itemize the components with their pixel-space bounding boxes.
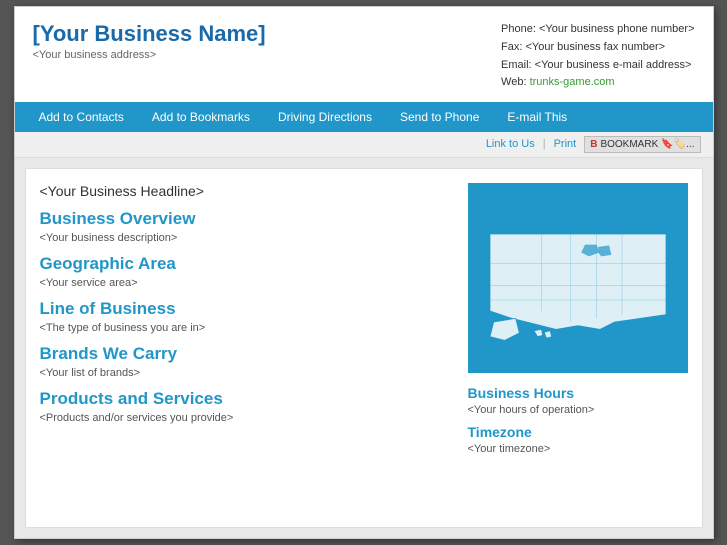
us-map [468, 183, 688, 373]
web-info: Web: trunks-game.com [501, 74, 694, 92]
utility-bar: Link to Us | Print B BOOKMARK 🔖🏷️... [15, 132, 713, 158]
right-section-title-timezone: Timezone [468, 424, 688, 440]
content-left: <Your Business Headline> Business Overvi… [40, 183, 452, 513]
link-to-us[interactable]: Link to Us [486, 138, 535, 150]
print-link[interactable]: Print [554, 138, 577, 150]
header-left: [Your Business Name] <Your business addr… [33, 21, 266, 61]
section-desc-brands: <Your list of brands> [40, 367, 452, 379]
content-right: Business Hours <Your hours of operation>… [468, 183, 688, 513]
nav-email-this[interactable]: E-mail This [493, 102, 581, 132]
right-section-desc-timezone: <Your timezone> [468, 443, 688, 455]
right-section-title-hours: Business Hours [468, 385, 688, 401]
header: [Your Business Name] <Your business addr… [15, 7, 713, 101]
email-info: Email: <Your business e-mail address> [501, 57, 694, 75]
section-desc-products: <Products and/or services you provide> [40, 412, 452, 424]
section-title-products: Products and Services [40, 389, 452, 409]
header-right: Phone: <Your business phone number> Fax:… [501, 21, 694, 91]
business-name: [Your Business Name] [33, 21, 266, 47]
section-title-lob: Line of Business [40, 299, 452, 319]
business-address: <Your business address> [33, 49, 266, 61]
nav-add-contacts[interactable]: Add to Contacts [25, 102, 138, 132]
map-container [468, 183, 688, 373]
fax-info: Fax: <Your business fax number> [501, 39, 694, 57]
bookmark-label: BOOKMARK [600, 139, 658, 150]
bookmark-button[interactable]: B BOOKMARK 🔖🏷️... [584, 136, 700, 153]
section-title-brands: Brands We Carry [40, 344, 452, 364]
navbar: Add to Contacts Add to Bookmarks Driving… [15, 102, 713, 132]
section-title-geographic: Geographic Area [40, 254, 452, 274]
business-headline: <Your Business Headline> [40, 183, 452, 199]
nav-driving-directions[interactable]: Driving Directions [264, 102, 386, 132]
section-title-overview: Business Overview [40, 209, 452, 229]
content-area: <Your Business Headline> Business Overvi… [25, 168, 703, 528]
nav-add-bookmarks[interactable]: Add to Bookmarks [138, 102, 264, 132]
nav-send-to-phone[interactable]: Send to Phone [386, 102, 493, 132]
bookmark-icon: B [590, 139, 597, 150]
bookmark-icons-extra: 🔖🏷️... [661, 139, 694, 150]
web-link[interactable]: trunks-game.com [530, 76, 615, 88]
section-desc-overview: <Your business description> [40, 232, 452, 244]
section-desc-lob: <The type of business you are in> [40, 322, 452, 334]
section-desc-geographic: <Your service area> [40, 277, 452, 289]
right-section-desc-hours: <Your hours of operation> [468, 404, 688, 416]
phone-info: Phone: <Your business phone number> [501, 21, 694, 39]
utility-divider: | [543, 138, 546, 150]
page-container: [Your Business Name] <Your business addr… [14, 6, 714, 538]
web-label: Web: [501, 76, 530, 88]
